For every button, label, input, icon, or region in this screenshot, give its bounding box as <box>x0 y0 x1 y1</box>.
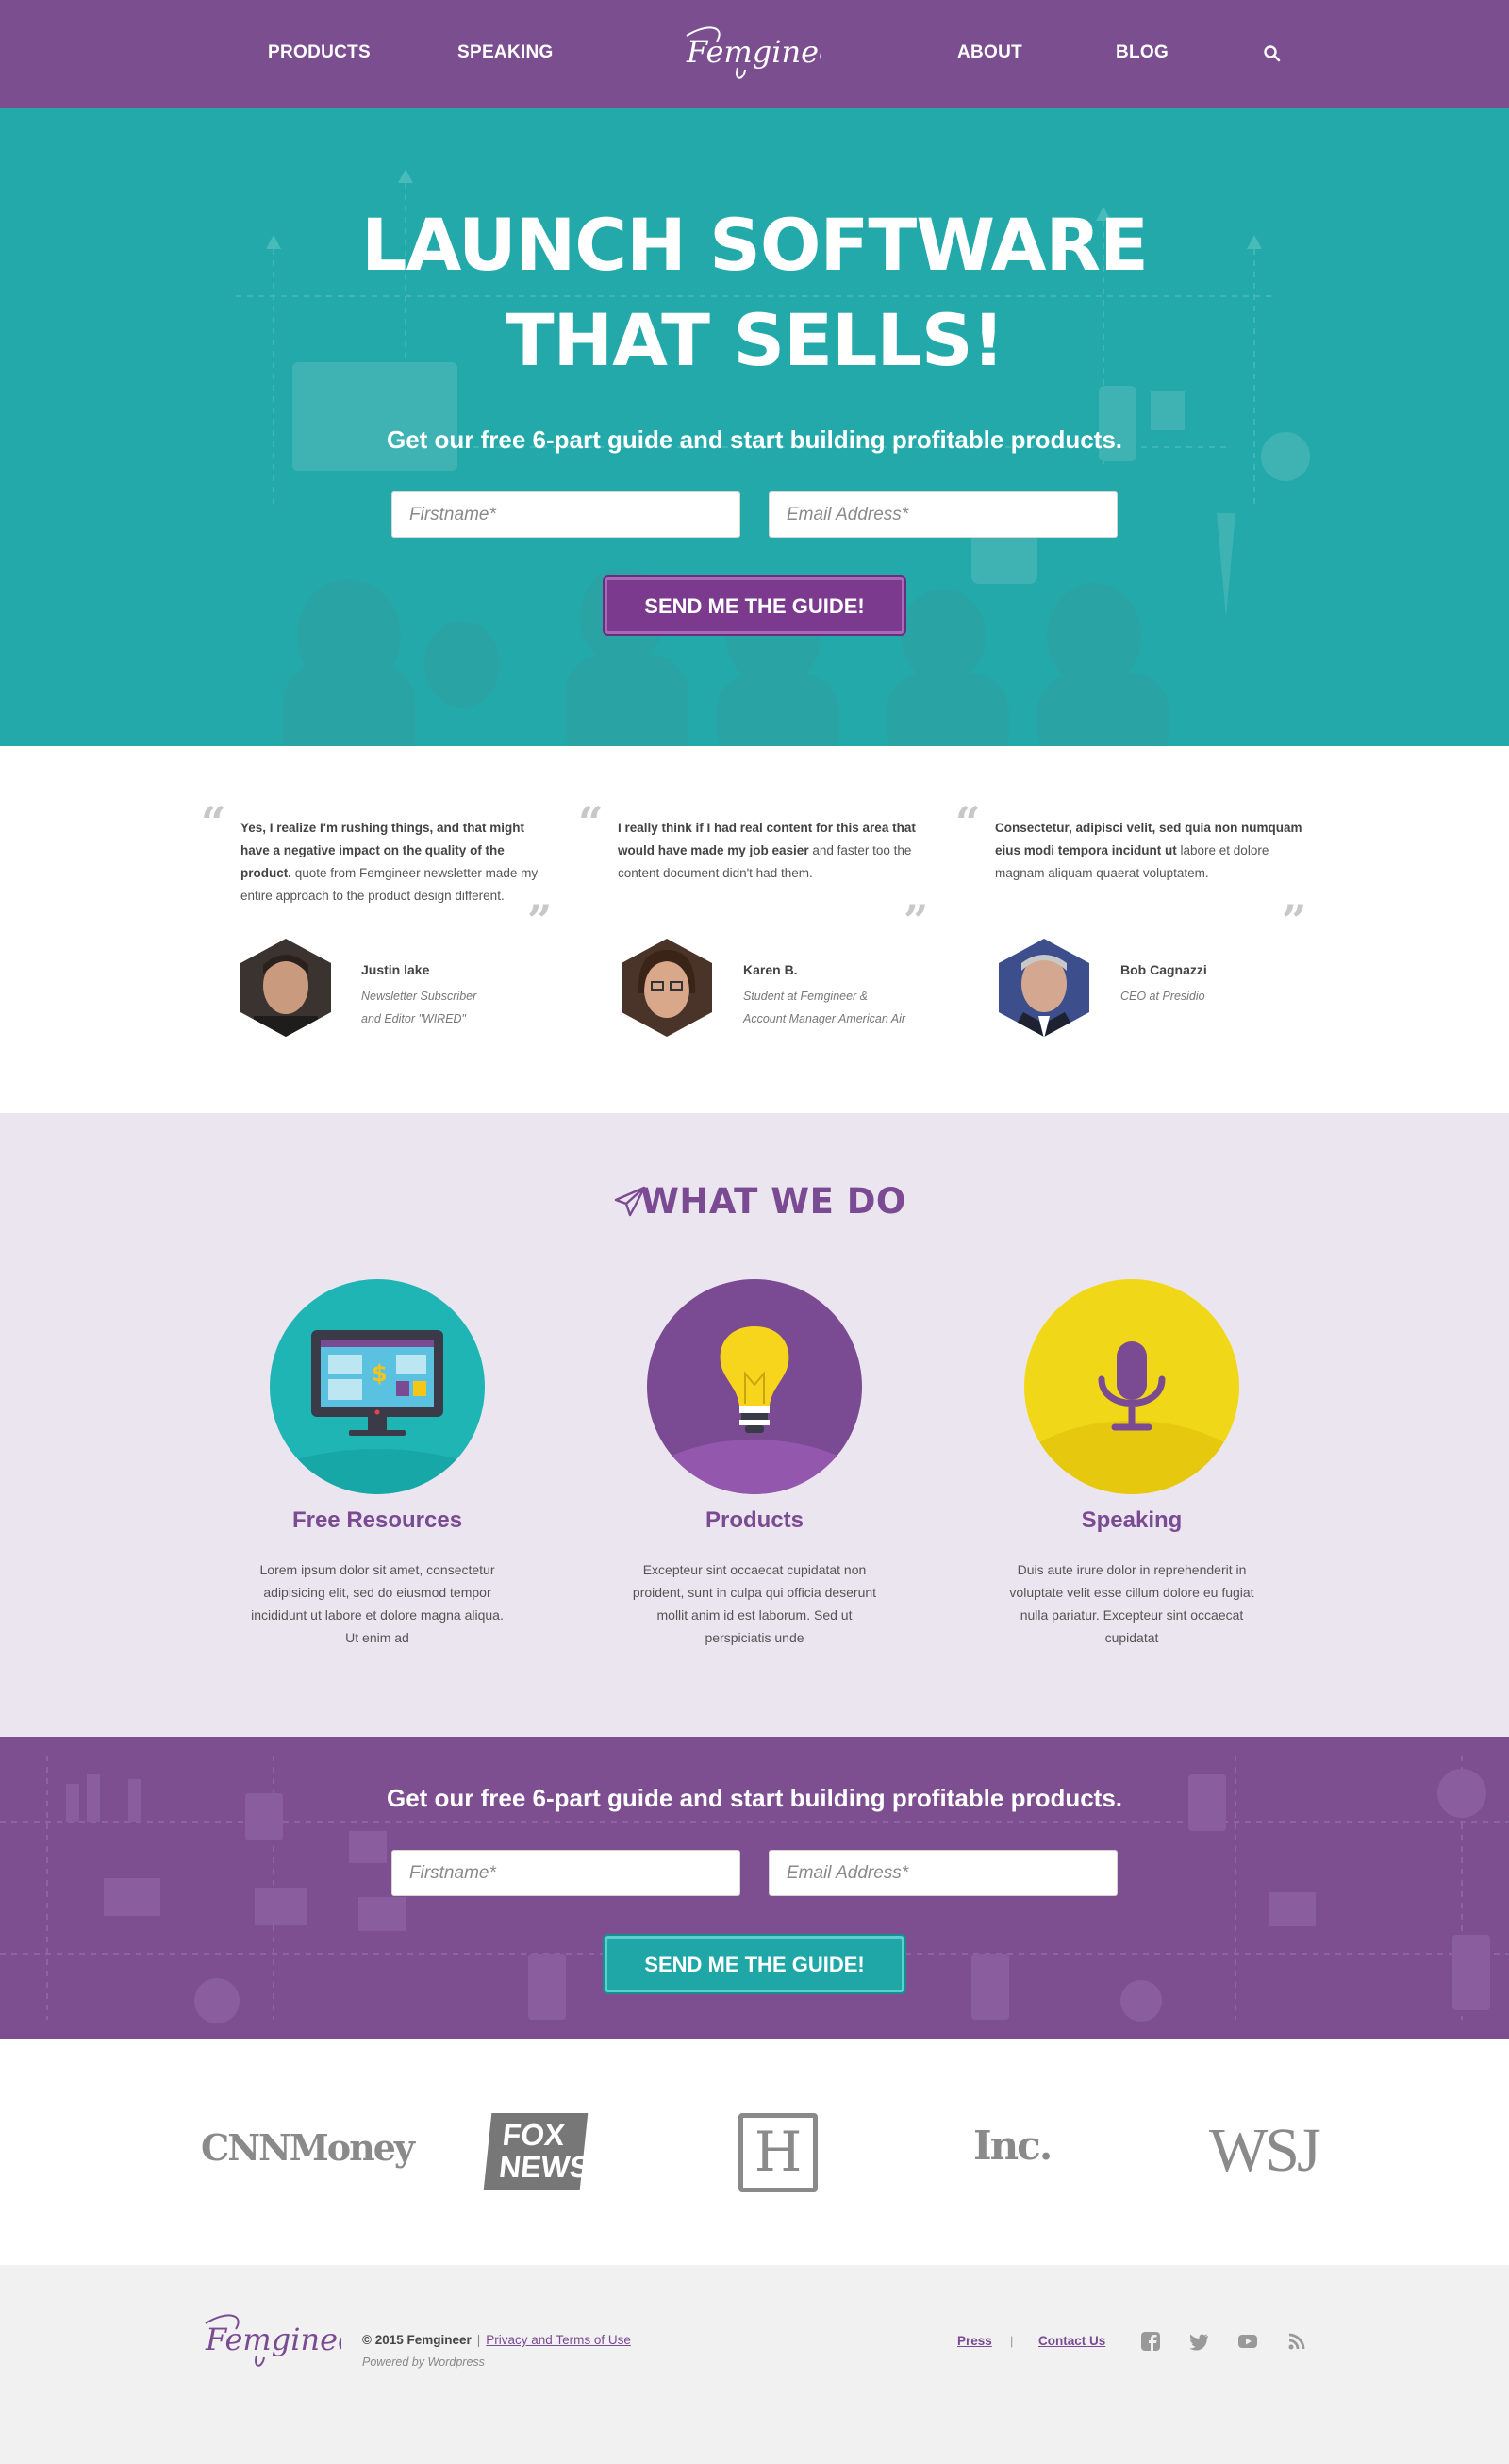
quote-open-icon: “ <box>201 797 226 848</box>
what-we-do-section: WHAT WE DO $ Free Resources Lorem ipsum … <box>0 1113 1509 1737</box>
send-guide-button[interactable]: SEND ME THE GUIDE! <box>605 1936 904 1992</box>
testimonial-name: Bob Cagnazzi <box>1120 962 1207 977</box>
nav-about[interactable]: ABOUT <box>957 42 1022 63</box>
cnn-money-logo[interactable]: CNNMoney <box>201 2126 415 2169</box>
firstname-input[interactable] <box>391 1850 740 1896</box>
logo-text: Femgineer <box>686 34 821 70</box>
footer: Femgineer © 2015 Femgineer | Privacy and T… <box>0 2265 1509 2464</box>
huffington-post-logo[interactable]: H <box>738 2113 818 2192</box>
service-circle <box>1024 1279 1239 1494</box>
cta-background-illustration <box>0 1756 1509 2023</box>
hero-subtitle: Get our free 6-part guide and start buil… <box>386 425 1123 454</box>
svg-text:$: $ <box>372 1360 388 1387</box>
service-circle <box>647 1279 862 1494</box>
service-description: Lorem ipsum dolor sit amet, consectetur … <box>251 1562 504 1645</box>
press-logos-section: CNNMoney FOX NEWS H Inc. WSJ <box>0 2039 1509 2265</box>
top-navigation: PRODUCTS SPEAKING Femgineer ABOUT BLOG <box>0 0 1509 108</box>
testimonials-section: “ Yes, I realize I'm rushing things, and… <box>0 746 1509 1113</box>
copyright: © 2015 Femgineer | Privacy and Terms of Us… <box>362 2333 631 2347</box>
service-circle: $ <box>270 1279 485 1494</box>
privacy-terms-link[interactable]: Privacy and Terms of Use <box>486 2333 631 2347</box>
facebook-icon[interactable] <box>1140 2331 1161 2352</box>
powered-by: Powered by Wordpress <box>362 2356 485 2369</box>
cta-subtitle: Get our free 6-part guide and start buil… <box>386 1784 1123 1812</box>
service-title: Speaking <box>1081 1507 1183 1533</box>
testimonial-role: Newsletter Subscriber and Editor "WIRED" <box>361 990 477 1025</box>
femgineer-logo[interactable]: Femgineer <box>679 13 821 89</box>
service-title: Free Resources <box>291 1507 463 1533</box>
testimonial-quote: Consectetur, adipisci velit, sed quia no… <box>995 821 1302 880</box>
testimonial-name: Karen B. <box>743 962 798 977</box>
femgineer-footer-logo[interactable]: Femgineer <box>200 2303 341 2378</box>
hero-section: LAUNCH SOFTWARE THAT SELLS! Get our free… <box>0 108 1509 746</box>
nav-products[interactable]: PRODUCTS <box>268 42 371 63</box>
press-link[interactable]: Press <box>957 2334 992 2348</box>
hero-title: LAUNCH SOFTWARE THAT SELLS! <box>361 203 1149 382</box>
quote-close-icon: ” <box>904 895 929 946</box>
service-title: Products <box>705 1507 804 1533</box>
testimonial-quote: Yes, I realize I'm rushing things, and t… <box>240 821 539 903</box>
contact-us-link[interactable]: Contact Us <box>1038 2334 1105 2348</box>
fox-news-logo[interactable]: FOX NEWS <box>483 2113 592 2190</box>
what-we-do-title: WHAT WE DO <box>640 1181 906 1222</box>
footer-link-separator: | <box>1010 2334 1014 2348</box>
copyright-text: © 2015 Femgineer <box>362 2333 472 2347</box>
wsj-logo[interactable]: WSJ <box>1209 2115 1321 2187</box>
quote-close-icon: ” <box>1282 895 1307 946</box>
avatar <box>999 939 1089 1037</box>
youtube-icon[interactable] <box>1237 2331 1258 2352</box>
testimonial-quote: I really think if I had real content for… <box>618 821 916 880</box>
twitter-icon[interactable] <box>1188 2331 1209 2352</box>
firstname-input[interactable] <box>391 491 740 538</box>
testimonial-role: Student at Femgineer & Account Manager A… <box>743 990 906 1025</box>
inc-logo[interactable]: Inc. <box>973 2123 1053 2169</box>
news-logo-text: NEWS <box>497 2150 592 2184</box>
testimonial-name: Justin lake <box>361 962 430 977</box>
testimonial-role: CEO at Presidio <box>1120 990 1205 1003</box>
lightbulb-icon <box>647 1279 862 1494</box>
email-input[interactable] <box>769 491 1118 538</box>
search-icon[interactable] <box>1262 43 1283 64</box>
avatar <box>240 939 331 1037</box>
microphone-icon <box>1024 1279 1239 1494</box>
nav-speaking[interactable]: SPEAKING <box>457 42 554 63</box>
service-description: Excepteur sint occaecat cupidatat non pr… <box>632 1562 877 1645</box>
service-description: Duis aute irure dolor in reprehenderit i… <box>1009 1562 1254 1645</box>
quote-open-icon: “ <box>955 797 981 848</box>
rss-icon[interactable] <box>1286 2331 1307 2352</box>
footer-logo-text: Femgineer <box>205 2322 341 2357</box>
newsletter-cta-section: Get our free 6-part guide and start buil… <box>0 1737 1509 2039</box>
fox-logo-text: FOX <box>501 2118 567 2152</box>
avatar <box>622 939 712 1037</box>
quote-close-icon: ” <box>527 895 553 946</box>
quote-open-icon: “ <box>578 797 604 848</box>
testimonial-card: “ Yes, I realize I'm rushing things, and… <box>201 746 559 1113</box>
copyright-separator: | <box>476 2333 481 2347</box>
email-input[interactable] <box>769 1850 1118 1896</box>
testimonial-card: “ Consectetur, adipisci velit, sed quia … <box>955 746 1314 1113</box>
send-guide-button[interactable]: SEND ME THE GUIDE! <box>605 577 904 634</box>
nav-blog[interactable]: BLOG <box>1116 42 1169 63</box>
testimonial-card: “ I really think if I had real content f… <box>578 746 937 1113</box>
monitor-icon: $ <box>270 1279 485 1494</box>
